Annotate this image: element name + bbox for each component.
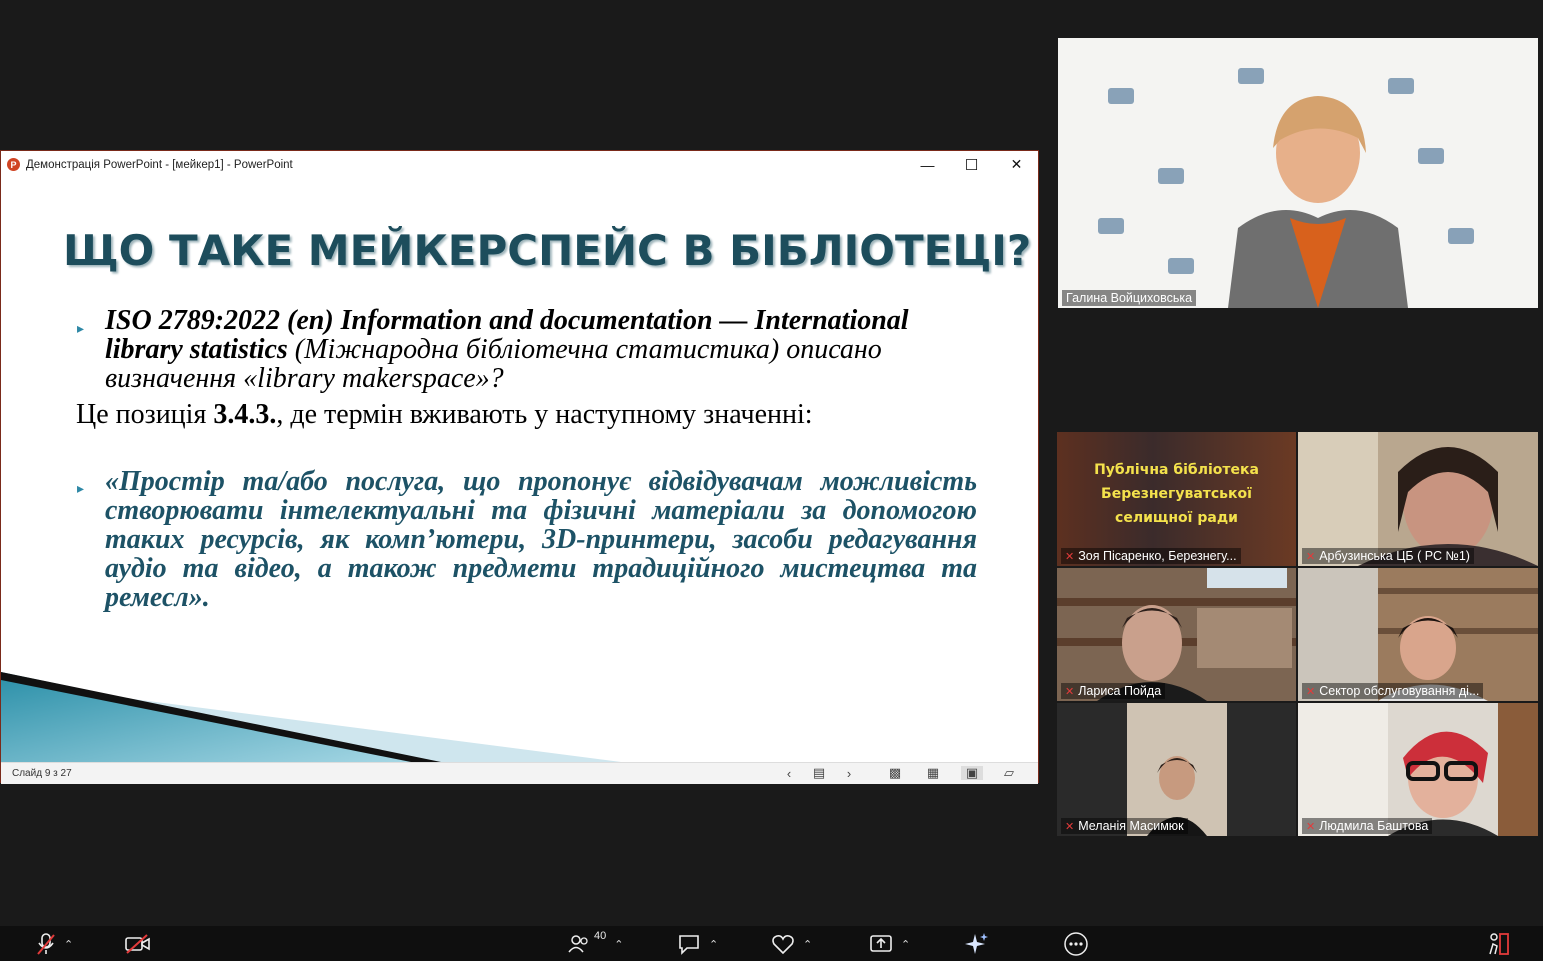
participant-name: ✕ Людмила Баштова bbox=[1302, 818, 1433, 834]
participant-name: Галина Войциховська bbox=[1062, 290, 1197, 306]
participant-name-text: Людмила Баштова bbox=[1319, 819, 1429, 833]
participant-name-text: Зоя Пісаренко, Березнегу... bbox=[1078, 549, 1237, 563]
participant-name: ✕ Лариса Пойда bbox=[1061, 683, 1166, 699]
mic-muted-icon bbox=[37, 933, 55, 955]
ai-assistant-button[interactable] bbox=[964, 930, 990, 958]
participant-name: ✕ Сектор обслуговування ді... bbox=[1302, 683, 1484, 699]
participant-name-text: Арбузинська ЦБ ( РС №1) bbox=[1319, 549, 1470, 563]
banner-line: Публічна бібліотека bbox=[1094, 462, 1259, 478]
camera-off-icon bbox=[125, 934, 150, 954]
more-icon bbox=[1064, 932, 1088, 956]
mic-muted-icon: ✕ bbox=[1065, 820, 1075, 833]
tile-banner: Публічна бібліотека Березнегуватської се… bbox=[1057, 458, 1296, 530]
people-icon bbox=[568, 935, 588, 953]
participant-video bbox=[1298, 432, 1538, 566]
leave-icon bbox=[1489, 933, 1509, 955]
powerpoint-titlebar[interactable]: P Демонстрація PowerPoint - [мейкер1] - … bbox=[1, 151, 1038, 178]
microphone-button[interactable]: ⌃ bbox=[36, 930, 73, 958]
position-prefix: Це позиція bbox=[76, 399, 214, 430]
position-suffix: , де термін вживають у наступному значен… bbox=[276, 399, 813, 430]
chevron-up-icon[interactable]: ⌃ bbox=[803, 938, 812, 951]
participant-tile[interactable]: ✕ Людмила Баштова bbox=[1298, 703, 1538, 836]
definition-quote: «Простір та/або послуга, що пропонує від… bbox=[105, 466, 977, 613]
bullet-iso: ISO 2789:2022 (en) Information and docum… bbox=[105, 306, 945, 393]
mic-muted-icon: ✕ bbox=[1065, 685, 1075, 698]
bullet-arrow-icon: ▸ bbox=[77, 480, 85, 496]
participant-tile[interactable]: ✕ Арбузинська ЦБ ( РС №1) bbox=[1298, 432, 1538, 566]
mic-muted-icon: ✕ bbox=[1306, 685, 1316, 698]
meeting-toolbar: ⌃ 40 ⌃ ⌃ ⌃ ⌃ bbox=[0, 926, 1543, 961]
leave-button[interactable] bbox=[1485, 930, 1511, 958]
mic-muted-icon: ✕ bbox=[1065, 550, 1075, 563]
participant-video bbox=[1127, 703, 1227, 836]
sparkle-icon bbox=[965, 933, 988, 954]
chat-button[interactable]: ⌃ bbox=[677, 930, 718, 958]
minimize-button[interactable]: — bbox=[905, 151, 950, 178]
powerpoint-window: P Демонстрація PowerPoint - [мейкер1] - … bbox=[0, 150, 1039, 784]
reading-view-icon[interactable]: ▣ bbox=[961, 765, 983, 780]
participant-name-text: Сектор обслуговування ді... bbox=[1319, 684, 1480, 698]
participant-video bbox=[1057, 568, 1296, 701]
previous-slide-icon[interactable]: ‹ bbox=[781, 766, 797, 781]
more-options-button[interactable] bbox=[1063, 930, 1089, 958]
participant-name-text: Лариса Пойда bbox=[1078, 684, 1162, 698]
close-button[interactable]: ✕ bbox=[994, 151, 1039, 178]
banner-line: Березнегуватської bbox=[1101, 486, 1252, 502]
chevron-up-icon[interactable]: ⌃ bbox=[64, 938, 73, 951]
slide-decoration bbox=[1, 672, 621, 762]
chat-icon bbox=[679, 935, 699, 955]
position-number: 3.4.3. bbox=[213, 399, 277, 430]
participant-tile[interactable]: ✕ Лариса Пойда bbox=[1057, 568, 1296, 701]
participants-button[interactable]: 40 ⌃ bbox=[568, 930, 623, 958]
mic-muted-icon: ✕ bbox=[1306, 820, 1316, 833]
slide-title: ЩО ТАКЕ МЕЙКЕРСПЕЙС В БІБЛІОТЕЦІ? bbox=[63, 226, 1032, 275]
reactions-button[interactable]: ⌃ bbox=[771, 930, 812, 958]
status-bar: Слайд 9 з 27 ‹ ▤ › ▩ ▦ ▣ ▱ bbox=[1, 762, 1038, 784]
participant-name: ✕ Арбузинська ЦБ ( РС №1) bbox=[1302, 548, 1474, 564]
normal-view-icon[interactable]: ▩ bbox=[887, 765, 903, 780]
participant-tile[interactable]: ✕ Меланія Масимюк bbox=[1057, 703, 1296, 836]
speaker-silhouette bbox=[1228, 96, 1408, 308]
next-slide-icon[interactable]: › bbox=[841, 766, 857, 781]
participant-video bbox=[1298, 568, 1538, 701]
chevron-up-icon[interactable]: ⌃ bbox=[901, 938, 910, 951]
slide-menu-icon[interactable]: ▤ bbox=[811, 765, 827, 780]
heart-icon bbox=[772, 935, 794, 955]
bullet-arrow-icon: ▸ bbox=[77, 320, 85, 336]
slide-sorter-icon[interactable]: ▦ bbox=[925, 765, 941, 780]
participants-count: 40 bbox=[594, 930, 607, 942]
share-screen-icon bbox=[870, 935, 892, 952]
chevron-up-icon[interactable]: ⌃ bbox=[614, 938, 623, 951]
mic-muted-icon: ✕ bbox=[1306, 550, 1316, 563]
participant-name: ✕ Зоя Пісаренко, Березнегу... bbox=[1061, 548, 1241, 564]
participant-video bbox=[1298, 703, 1538, 836]
participant-name: ✕ Меланія Масимюк bbox=[1061, 818, 1188, 834]
powerpoint-logo-icon: P bbox=[7, 158, 20, 171]
participant-tile[interactable]: ✕ Сектор обслуговування ді... bbox=[1298, 568, 1538, 701]
speaker-video-tile[interactable]: Галина Войциховська bbox=[1058, 38, 1538, 308]
window-title: Демонстрація PowerPoint - [мейкер1] - Po… bbox=[26, 158, 293, 171]
position-line: Це позиція 3.4.3., де термін вживають у … bbox=[76, 400, 813, 430]
slideshow-icon[interactable]: ▱ bbox=[1001, 765, 1017, 780]
camera-button[interactable] bbox=[125, 930, 151, 958]
participant-tile[interactable]: Публічна бібліотека Березнегуватської се… bbox=[1057, 432, 1296, 566]
slide[interactable]: ЩО ТАКЕ МЕЙКЕРСПЕЙС В БІБЛІОТЕЦІ? ▸ ISO … bbox=[1, 178, 1038, 762]
share-screen-button[interactable]: ⌃ bbox=[869, 930, 910, 958]
slide-counter: Слайд 9 з 27 bbox=[12, 768, 72, 779]
chevron-up-icon[interactable]: ⌃ bbox=[709, 938, 718, 951]
banner-line: селищної ради bbox=[1115, 510, 1238, 526]
maximize-button[interactable]: ☐ bbox=[949, 151, 994, 178]
participant-name-text: Меланія Масимюк bbox=[1078, 819, 1184, 833]
